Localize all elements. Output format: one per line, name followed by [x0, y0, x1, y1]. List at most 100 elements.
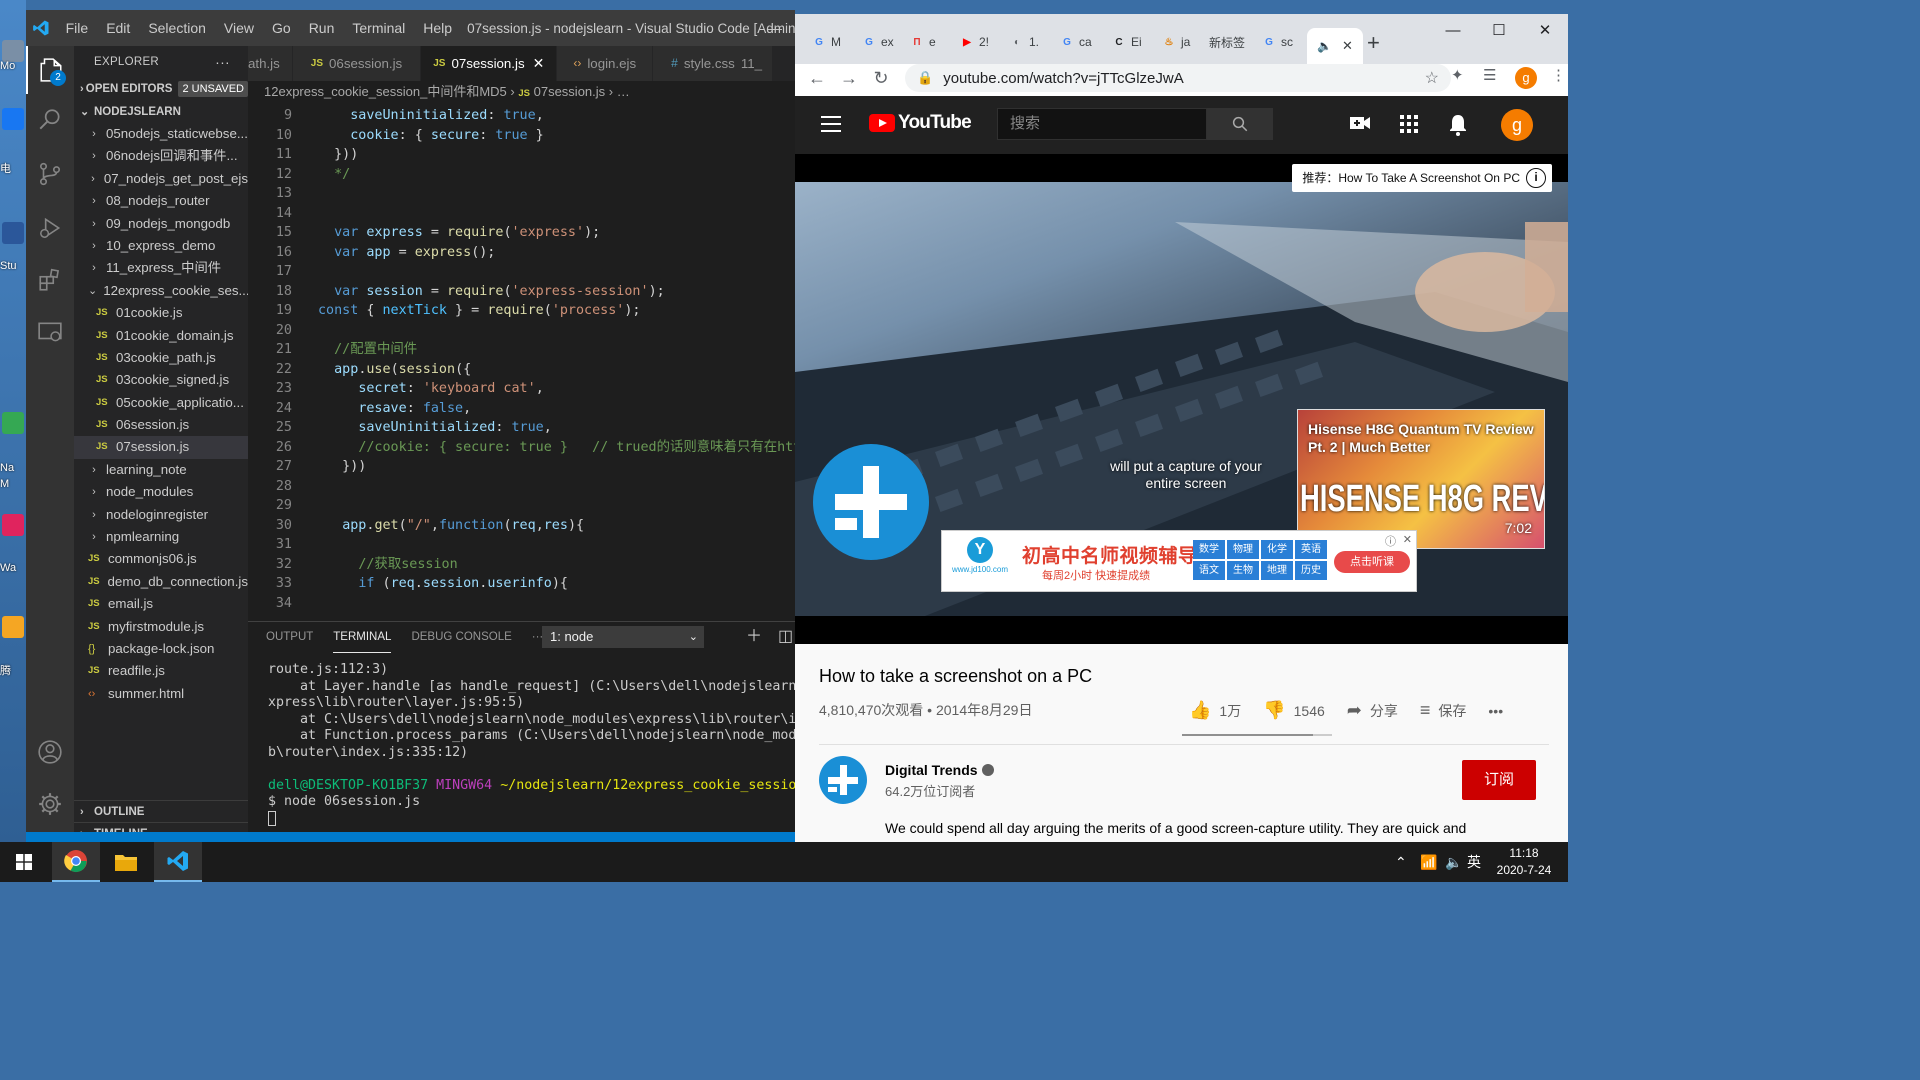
tab-07session[interactable]: JS 07session.js ✕: [421, 46, 558, 81]
code-line[interactable]: 25 saveUninitialized: true,: [248, 418, 795, 438]
close-window-icon[interactable]: ✕: [1522, 14, 1568, 48]
tree-file[interactable]: JS readfile.js: [74, 660, 248, 682]
terminal-output[interactable]: route.js:112:3) at Layer.handle [as hand…: [268, 662, 795, 827]
code-line[interactable]: 11 })): [248, 145, 795, 165]
chrome-tab[interactable]: ▶ 2!: [959, 28, 989, 56]
lock-icon[interactable]: 🔒: [917, 70, 933, 86]
ime-indicator[interactable]: 英: [1467, 842, 1481, 882]
menu-edit[interactable]: Edit: [97, 10, 139, 46]
tree-file[interactable]: JS 01cookie_domain.js: [74, 325, 248, 347]
chrome-tab[interactable]: ♨ ja: [1161, 28, 1191, 56]
tree-folder[interactable]: › npmlearning: [74, 526, 248, 548]
tree-folder[interactable]: › 11_express_中间件: [74, 257, 248, 279]
tab-06session[interactable]: JS 06session.js: [292, 46, 422, 81]
close-tab-icon[interactable]: ✕: [1342, 38, 1353, 54]
info-icon[interactable]: i: [1526, 168, 1546, 188]
recommendation-card[interactable]: 推荐：How To Take A Screenshot On PC i: [1292, 164, 1552, 192]
code-editor[interactable]: 9 saveUninitialized: true, 10 cookie: { s…: [248, 103, 795, 621]
menu-view[interactable]: View: [215, 10, 263, 46]
tree-file[interactable]: JS demo_db_connection.js: [74, 571, 248, 593]
speaker-icon[interactable]: 🔈: [1317, 39, 1332, 53]
code-line[interactable]: 32 //获取session: [248, 555, 795, 575]
chrome-tab[interactable]: ◐ 1.: [1009, 28, 1039, 56]
code-line[interactable]: 21 //配置中间件: [248, 340, 795, 360]
tree-file[interactable]: JS 05cookie_applicatio...: [74, 392, 248, 414]
panel-tab-output[interactable]: OUTPUT: [266, 622, 313, 652]
code-line[interactable]: 31: [248, 535, 795, 555]
code-line[interactable]: 23 secret: 'keyboard cat',: [248, 379, 795, 399]
reload-icon[interactable]: ↻: [865, 68, 897, 89]
run-debug-activity[interactable]: [26, 204, 74, 252]
volume-icon[interactable]: 🔈: [1445, 842, 1462, 882]
ad-cta-button[interactable]: 点击听课: [1334, 551, 1410, 573]
code-line[interactable]: 34: [248, 594, 795, 614]
search-input[interactable]: 搜索: [997, 108, 1207, 140]
open-editors-section[interactable]: › OPEN EDITORS 2 UNSAVED: [74, 78, 248, 100]
workspace-root[interactable]: ⌄ NODEJSLEARN: [74, 101, 248, 123]
code-line[interactable]: 30 app.get("/",function(req,res){: [248, 516, 795, 536]
subscribe-button[interactable]: 订阅: [1462, 760, 1536, 800]
menu-selection[interactable]: Selection: [139, 10, 215, 46]
ad-info-icon[interactable]: ⓘ: [1385, 533, 1396, 549]
panel-tab-debug-console[interactable]: DEBUG CONSOLE: [411, 622, 511, 652]
menu-help[interactable]: Help: [414, 10, 461, 46]
new-terminal-icon[interactable]: ＋: [746, 626, 762, 648]
share-button[interactable]: ➦ 分享: [1347, 700, 1398, 721]
overlay-ad[interactable]: Y www.jd100.com 初高中名师视频辅导 每周2小时 快速提成绩 数学…: [941, 530, 1417, 592]
code-line[interactable]: 24 resave: false,: [248, 399, 795, 419]
tab-style-css[interactable]: # style.css 11_: [653, 46, 774, 81]
maximize-icon[interactable]: ☐: [1476, 14, 1522, 48]
desktop-icon[interactable]: [2, 412, 24, 434]
save-button[interactable]: ≡ 保存: [1420, 700, 1467, 721]
code-line[interactable]: 12 */: [248, 165, 795, 185]
close-ad-icon[interactable]: ✕: [1403, 533, 1412, 546]
youtube-logo[interactable]: YouTube: [869, 112, 972, 134]
tree-file[interactable]: JS commonjs06.js: [74, 548, 248, 570]
chrome-menu-icon[interactable]: ⋮: [1551, 66, 1566, 84]
outline-section[interactable]: › OUTLINE: [74, 800, 248, 822]
chrome-tab[interactable]: GM: [811, 28, 841, 56]
explorer-activity[interactable]: 2: [26, 46, 74, 94]
desktop-icon[interactable]: [2, 514, 24, 536]
code-line[interactable]: 15 var express = require('express');: [248, 223, 795, 243]
hamburger-menu-icon[interactable]: [821, 116, 841, 132]
manage-activity[interactable]: [26, 780, 74, 828]
tree-folder[interactable]: ⌄ 12express_cookie_ses...: [74, 280, 248, 302]
profile-avatar[interactable]: g: [1515, 67, 1537, 89]
desktop-icon[interactable]: [2, 616, 24, 638]
close-tab-icon[interactable]: ✕: [533, 46, 545, 81]
show-hidden-icons-icon[interactable]: ⌃: [1395, 842, 1407, 882]
terminal-select[interactable]: 1: node ⌄: [542, 626, 704, 648]
code-line[interactable]: 20: [248, 321, 795, 341]
tree-folder[interactable]: › nodeloginregister: [74, 504, 248, 526]
menu-terminal[interactable]: Terminal: [343, 10, 414, 46]
more-options-icon[interactable]: ⋯: [1518, 422, 1534, 442]
code-line[interactable]: 33 if (req.session.userinfo){: [248, 574, 795, 594]
dislike-button[interactable]: 👎 1546: [1263, 700, 1325, 721]
start-button[interactable]: [0, 842, 48, 882]
taskbar-file-explorer[interactable]: [102, 842, 150, 882]
tree-file[interactable]: JS 03cookie_path.js: [74, 347, 248, 369]
code-line[interactable]: 27 })): [248, 457, 795, 477]
extensions-activity[interactable]: [26, 256, 74, 304]
code-line[interactable]: 14: [248, 204, 795, 224]
code-line[interactable]: 10 cookie: { secure: true }: [248, 126, 795, 146]
code-line[interactable]: 9 saveUninitialized: true,: [248, 106, 795, 126]
tab-path-js[interactable]: ath.js: [248, 46, 293, 81]
chrome-tab[interactable]: Пe: [909, 28, 935, 56]
channel-name[interactable]: Digital Trends: [885, 762, 994, 778]
minimize-icon[interactable]: —: [755, 10, 795, 46]
desktop-icon[interactable]: [2, 222, 24, 244]
timeline-section[interactable]: › TIMELINE: [74, 822, 248, 832]
code-line[interactable]: 18 var session = require('express-sessio…: [248, 282, 795, 302]
menu-go[interactable]: Go: [263, 10, 300, 46]
chrome-tab[interactable]: Gex: [861, 28, 894, 56]
apps-grid-icon[interactable]: [1399, 114, 1419, 140]
breadcrumb-file[interactable]: 07session.js: [534, 84, 606, 99]
code-line[interactable]: 17: [248, 262, 795, 282]
menu-run[interactable]: Run: [300, 10, 344, 46]
new-tab-button[interactable]: +: [1367, 30, 1380, 56]
code-line[interactable]: 26 //cookie: { secure: true } // trued的话…: [248, 438, 795, 458]
code-line[interactable]: 28: [248, 477, 795, 497]
forward-icon[interactable]: →: [833, 68, 865, 89]
